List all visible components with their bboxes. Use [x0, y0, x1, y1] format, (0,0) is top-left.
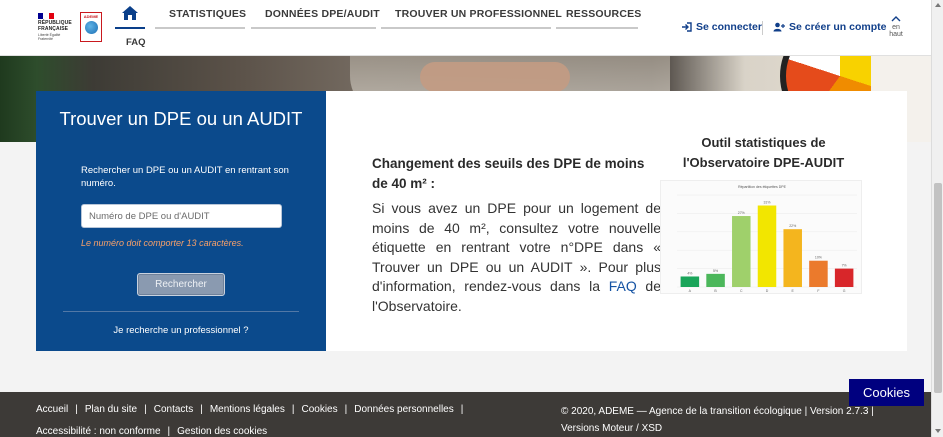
footer-link-mentions-legales[interactable]: Mentions légales	[210, 404, 285, 415]
dpe-distribution-chart[interactable]: Répartition des étiquettes DPE 4% A 5% B 27%…	[660, 180, 862, 294]
footer-links: Accueil | Plan du site | Contacts | Mentions l…	[36, 399, 516, 437]
ademe-logo-text: ADEME	[83, 14, 99, 19]
nav-trouver-professionnel[interactable]: TROUVER UN PROFESSIONNEL	[395, 8, 562, 20]
cookies-button[interactable]: Cookies	[849, 379, 924, 406]
nav-underline	[381, 27, 551, 29]
nav-underline	[251, 27, 376, 29]
footer-link-accueil[interactable]: Accueil	[36, 404, 68, 415]
back-to-top-button[interactable]: en haut	[886, 15, 906, 38]
dpe-number-hint: Le numéro doit comporter 13 caractères.	[81, 238, 244, 248]
chart-tick-label: C	[740, 289, 743, 293]
chart-data-label: 31%	[763, 201, 770, 205]
nav-underline	[556, 27, 638, 29]
announcement-body: Si vous avez un DPE pour un logement de …	[372, 199, 661, 316]
back-to-top-label-2: haut	[889, 31, 903, 38]
site-footer: Accueil | Plan du site | Contacts | Mentions l…	[0, 392, 931, 437]
chart-svg: Répartition des étiquettes DPE 4% A 5% B 27%…	[677, 185, 857, 293]
republique-francaise-logo[interactable]: RÉPUBLIQUE FRANÇAISE Liberté Égalité Fra…	[38, 13, 74, 43]
footer-link-plan-du-site[interactable]: Plan du site	[85, 404, 137, 415]
signup-label: Se créer un compte	[789, 21, 887, 33]
french-flag-icon	[38, 13, 54, 19]
scroll-down-arrow-icon[interactable]	[935, 429, 941, 433]
scroll-up-arrow-icon[interactable]	[935, 3, 941, 7]
chart-tick-label: F	[817, 289, 819, 293]
header-separator	[762, 21, 763, 35]
footer-separator: |	[144, 404, 147, 415]
chart-bar-b[interactable]	[706, 273, 725, 287]
search-button[interactable]: Rechercher	[137, 273, 225, 296]
nav-ressources[interactable]: RESSOURCES	[566, 8, 642, 20]
footer-link-cookies[interactable]: Cookies	[301, 404, 337, 415]
chart-tick-label: D	[766, 289, 769, 293]
add-user-icon	[773, 22, 785, 32]
scrollbar-thumb[interactable]	[934, 183, 942, 393]
chart-data-label: 10%	[815, 256, 822, 260]
footer-link-gestion-cookies[interactable]: Gestion des cookies	[177, 426, 267, 437]
chart-data-label: 7%	[842, 264, 847, 268]
faq-link[interactable]: FAQ	[609, 278, 637, 294]
panel-divider	[63, 311, 299, 312]
footer-separator: |	[460, 404, 464, 415]
page-scrollbar[interactable]	[931, 0, 943, 437]
find-professional-link[interactable]: Je recherche un professionnel ?	[36, 325, 326, 336]
login-link[interactable]: Se connecter	[681, 21, 762, 33]
footer-copyright: © 2020, ADEME — Agence de la transition …	[561, 406, 874, 417]
nav-faq[interactable]: FAQ	[126, 37, 146, 48]
login-icon	[682, 22, 692, 32]
signup-link[interactable]: Se créer un compte	[773, 21, 886, 33]
chart-bar-a[interactable]	[680, 276, 700, 287]
login-label: Se connecter	[696, 21, 762, 33]
footer-separator: |	[291, 404, 295, 415]
nav-donnees-dpe-audit[interactable]: DONNÉES DPE/AUDIT	[265, 8, 380, 20]
announcement-title: Changement des seuils des DPE de moins d…	[372, 156, 645, 191]
chart-tick-label: A	[689, 289, 692, 293]
footer-separator: |	[200, 404, 203, 415]
stats-tool-title[interactable]: Outil statistiques de l'Observatoire DPE…	[676, 133, 851, 173]
home-active-underline	[115, 27, 145, 29]
chart-tick-label: B	[714, 289, 717, 293]
logo-rf-line2: FRANÇAISE	[38, 25, 69, 32]
search-dpe-panel: Trouver un DPE ou un AUDIT Rechercher un…	[36, 91, 326, 351]
chart-data-label: 5%	[713, 269, 718, 273]
nav-statistiques[interactable]: STATISTIQUES	[169, 8, 246, 20]
chart-bar-c[interactable]	[732, 216, 751, 287]
chart-bar-f[interactable]	[809, 260, 828, 287]
search-panel-title: Trouver un DPE ou un AUDIT	[59, 108, 303, 129]
chart-data-label: 22%	[789, 224, 796, 228]
chart-data-label: 4%	[687, 271, 692, 275]
footer-separator: |	[75, 404, 78, 415]
chart-bar-g[interactable]	[834, 268, 854, 287]
chart-tick-label: E	[792, 289, 795, 293]
chart-tick-label: G	[843, 289, 846, 293]
chevron-up-icon	[891, 16, 901, 22]
home-icon[interactable]	[121, 5, 139, 21]
back-to-top-label-1: en	[892, 24, 900, 31]
ademe-logo[interactable]: ADEME	[80, 12, 102, 42]
footer-separator: |	[344, 404, 348, 415]
footer-versions-link[interactable]: Versions Moteur / XSD	[561, 420, 881, 437]
site-header: RÉPUBLIQUE FRANÇAISE Liberté Égalité Fra…	[0, 0, 931, 56]
hero-hand-shape	[420, 62, 570, 92]
footer-link-donnees-personnelles[interactable]: Données personnelles	[354, 404, 454, 415]
footer-link-accessibilite[interactable]: Accessibilité : non conforme	[36, 426, 161, 437]
search-panel-description: Rechercher un DPE ou un AUDIT en rentran…	[81, 165, 289, 189]
chart-data-label: 27%	[738, 211, 745, 215]
chart-bar-e[interactable]	[783, 229, 802, 287]
globe-icon	[84, 21, 98, 34]
footer-link-contacts[interactable]: Contacts	[154, 404, 193, 415]
dpe-number-input[interactable]	[81, 204, 282, 228]
footer-right: © 2020, ADEME — Agence de la transition …	[561, 403, 881, 437]
chart-title: Répartition des étiquettes DPE	[738, 185, 787, 189]
logo-rf-motto: Liberté Égalité Fraternité	[38, 33, 61, 41]
nav-underline	[155, 27, 245, 29]
footer-separator: |	[167, 426, 171, 437]
chart-bar-d[interactable]	[757, 205, 777, 287]
main-content: Changement des seuils des DPE de moins d…	[326, 91, 907, 351]
